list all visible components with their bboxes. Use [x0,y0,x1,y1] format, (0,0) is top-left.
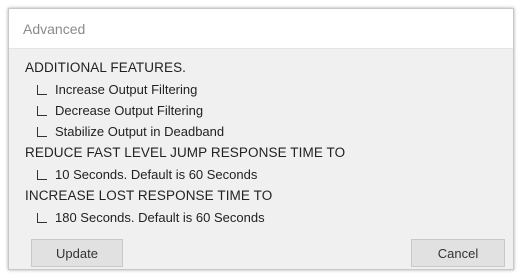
option-label: 10 Seconds. Default is 60 Seconds [55,167,258,182]
section-heading-additional-features: ADDITIONAL FEATURES. [25,60,187,76]
option-label: Increase Output Filtering [55,82,198,97]
option-label: Stabilize Output in Deadband [55,124,225,139]
checkbox-180-seconds[interactable] [37,212,47,223]
advanced-dialog: Advanced ADDITIONAL FEATURES. Increase O… [8,8,514,270]
update-button[interactable]: Update [31,239,123,267]
option-label: 180 Seconds. Default is 60 Seconds [55,210,265,225]
checkbox-10-seconds[interactable] [37,169,47,180]
dialog-titlebar: Advanced [9,9,513,49]
dialog-title: Advanced [23,20,86,37]
option-increase-output-filtering[interactable]: Increase Output Filtering [25,79,513,100]
option-stabilize-output-in-deadband[interactable]: Stabilize Output in Deadband [25,121,513,142]
checkbox-stabilize-output-in-deadband[interactable] [37,126,47,137]
cancel-button[interactable]: Cancel [411,239,505,267]
section-heading-increase-lost-response: INCREASE LOST RESPONSE TIME TO [25,188,273,204]
option-decrease-output-filtering[interactable]: Decrease Output Filtering [25,100,513,121]
option-10-seconds[interactable]: 10 Seconds. Default is 60 Seconds [25,164,513,185]
checkbox-decrease-output-filtering[interactable] [37,105,47,116]
dialog-content: ADDITIONAL FEATURES. Increase Output Fil… [9,49,513,228]
option-180-seconds[interactable]: 180 Seconds. Default is 60 Seconds [25,207,513,228]
option-label: Decrease Output Filtering [55,103,204,118]
checkbox-increase-output-filtering[interactable] [37,84,47,95]
section-heading-reduce-fast-level-jump: REDUCE FAST LEVEL JUMP RESPONSE TIME TO [25,145,346,161]
